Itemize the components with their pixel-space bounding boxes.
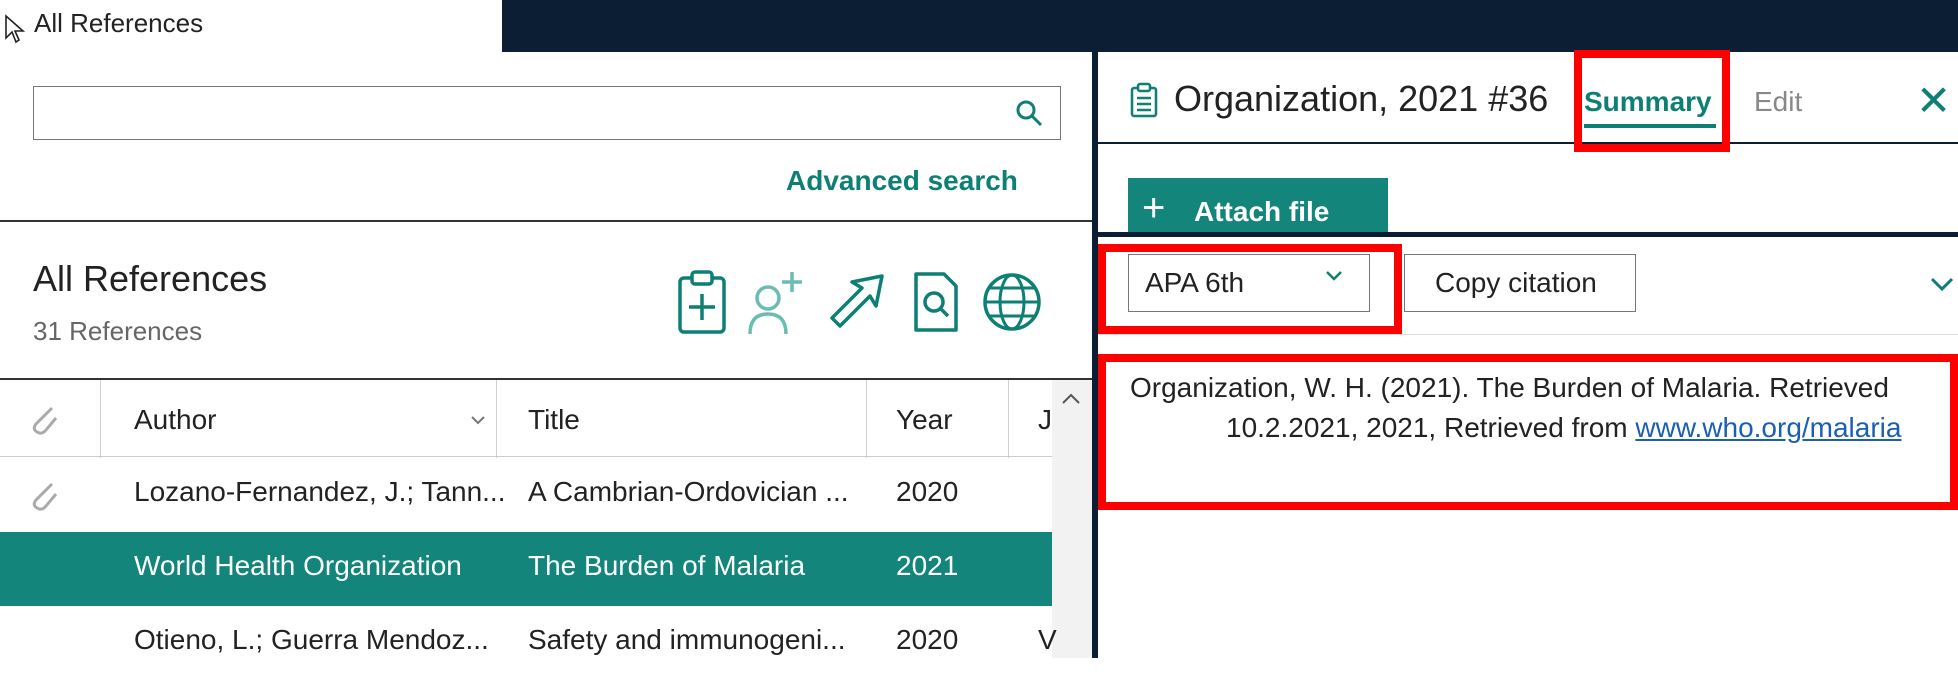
tab-label: All References bbox=[34, 8, 204, 38]
attachment-icon bbox=[32, 482, 58, 511]
highlight-box bbox=[1098, 354, 1958, 510]
copy-citation-label: Copy citation bbox=[1435, 267, 1597, 298]
divider bbox=[0, 378, 1092, 380]
chevron-down-icon[interactable] bbox=[1930, 276, 1954, 292]
library-title: All References bbox=[33, 258, 268, 299]
column-header-year[interactable]: Year bbox=[896, 384, 953, 456]
table-row-selected[interactable]: World Health Organization The Burden of … bbox=[0, 532, 1052, 606]
scroll-up-icon[interactable] bbox=[1060, 392, 1082, 406]
cell-year: 2020 bbox=[896, 624, 959, 655]
web-icon[interactable] bbox=[982, 268, 1042, 336]
find-fulltext-icon[interactable] bbox=[906, 268, 966, 336]
cell-title: The Burden of Malaria bbox=[528, 550, 806, 581]
new-reference-icon[interactable] bbox=[672, 268, 732, 336]
divider bbox=[1098, 232, 1958, 237]
cell-author: World Health Organization bbox=[134, 550, 462, 581]
column-separator[interactable] bbox=[496, 380, 497, 458]
attachment-icon[interactable] bbox=[28, 402, 60, 436]
copy-citation-button[interactable]: Copy citation bbox=[1404, 254, 1636, 312]
column-separator[interactable] bbox=[866, 380, 867, 458]
cell-year: 2020 bbox=[896, 476, 959, 507]
divider bbox=[0, 456, 1052, 457]
add-user-icon[interactable] bbox=[746, 268, 806, 336]
cursor-icon bbox=[5, 14, 26, 44]
highlight-box bbox=[1574, 50, 1730, 152]
share-icon[interactable] bbox=[826, 268, 886, 336]
cell-title: Safety and immunogeni... bbox=[528, 624, 846, 655]
search-input[interactable] bbox=[33, 86, 1061, 140]
column-header-journal[interactable]: Jo bbox=[1038, 384, 1052, 456]
attach-file-label: Attach file bbox=[1194, 196, 1330, 227]
vertical-scrollbar[interactable] bbox=[1052, 380, 1092, 658]
reference-count: 31 References bbox=[33, 316, 203, 346]
column-separator[interactable] bbox=[100, 380, 101, 458]
close-icon[interactable]: ✕ bbox=[1916, 76, 1951, 125]
cell-author: Lozano-Fernandez, J.; Tann... bbox=[134, 476, 506, 507]
plus-icon: + bbox=[1142, 186, 1166, 230]
cell-year: 2021 bbox=[896, 550, 959, 581]
tab-edit[interactable]: Edit bbox=[1754, 86, 1802, 118]
table-row[interactable]: Otieno, L.; Guerra Mendoz... Safety and … bbox=[0, 606, 1057, 680]
column-header-author[interactable]: Author bbox=[134, 384, 217, 456]
reference-icon bbox=[1130, 82, 1158, 118]
divider bbox=[0, 220, 1092, 222]
cell-title: A Cambrian-Ordovician ... bbox=[528, 476, 849, 507]
table-row[interactable]: Lozano-Fernandez, J.; Tann... A Cambrian… bbox=[0, 458, 1052, 532]
column-separator[interactable] bbox=[1008, 380, 1009, 458]
reference-title: Organization, 2021 #36 bbox=[1174, 78, 1549, 119]
chevron-down-icon[interactable] bbox=[470, 414, 486, 426]
cell-author: Otieno, L.; Guerra Mendoz... bbox=[134, 624, 489, 655]
highlight-box bbox=[1098, 244, 1402, 334]
divider bbox=[1098, 334, 1958, 335]
attach-file-button[interactable]: + Attach file bbox=[1128, 178, 1388, 234]
column-header-title[interactable]: Title bbox=[528, 384, 580, 456]
search-icon[interactable] bbox=[1014, 98, 1044, 128]
divider bbox=[1098, 142, 1958, 144]
advanced-search-link[interactable]: Advanced search bbox=[786, 165, 1018, 197]
cell-journal: V bbox=[1038, 624, 1057, 655]
